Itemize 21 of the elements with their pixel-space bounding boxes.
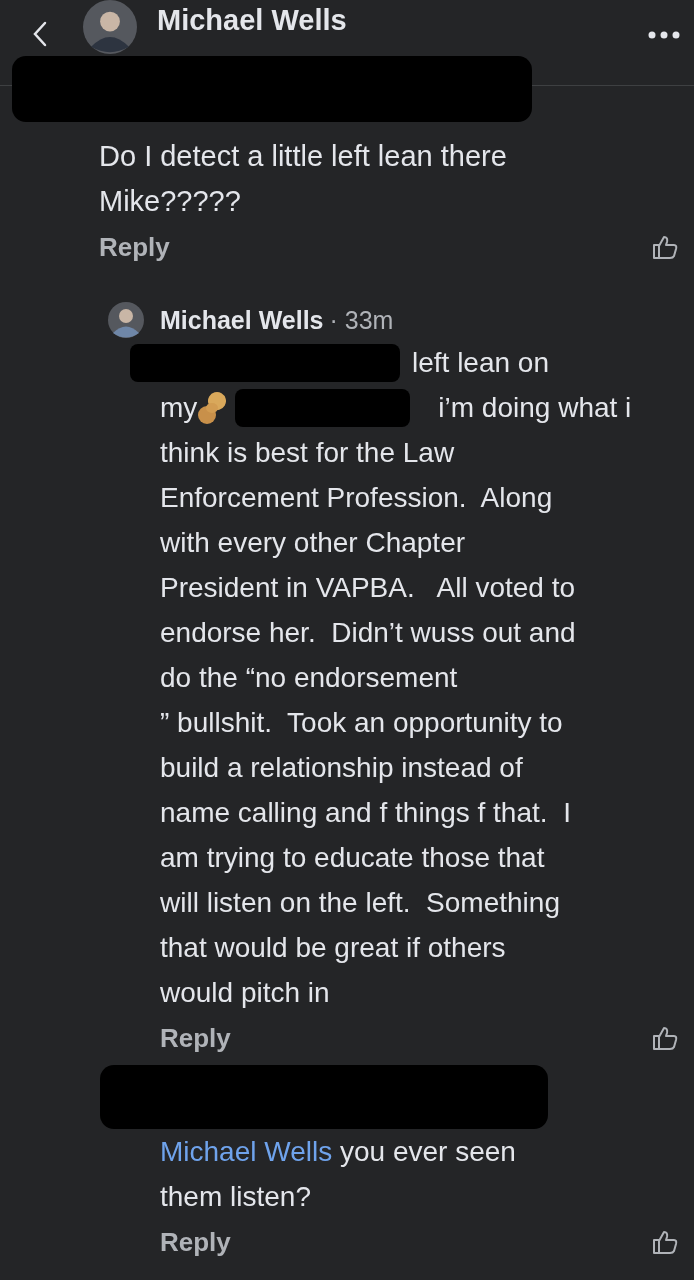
comment-text: i’m doing what i bbox=[438, 391, 632, 425]
author-name[interactable]: Michael Wells bbox=[160, 305, 324, 335]
comment-text: my bbox=[160, 391, 198, 425]
reply-link[interactable]: Reply bbox=[160, 1226, 231, 1258]
comment-text: Michael Wells you ever seen them listen? bbox=[160, 1135, 517, 1214]
reply-link[interactable]: Reply bbox=[160, 1022, 231, 1054]
back-icon[interactable] bbox=[32, 20, 48, 48]
avatar-icon[interactable] bbox=[83, 0, 137, 54]
like-icon[interactable] bbox=[652, 234, 678, 260]
more-icon[interactable] bbox=[648, 31, 680, 39]
like-icon[interactable] bbox=[652, 1025, 678, 1051]
peanut-icon bbox=[197, 390, 228, 425]
comment-text: Do I detect a little left lean there Mike????? bbox=[99, 139, 508, 219]
like-icon[interactable] bbox=[652, 1229, 678, 1255]
comment-text: left lean on bbox=[412, 346, 549, 380]
profile-name: Michael Wells bbox=[157, 3, 348, 38]
comment-time: · 33m bbox=[329, 305, 394, 335]
comment-text: think is best for the Law Enforcement Profession. Along with every other Chapter President in VAPBA. All voted to endorse her. Didn’t wuss out and do the “no endorsement ” bullshit. Took an opportunity to build a relationship instead of name calling and f things f that. I am trying to educate those that will listen on the left. Something that would be great if others would pitch in bbox=[160, 436, 576, 1010]
avatar-icon[interactable] bbox=[108, 302, 144, 338]
reply-link[interactable]: Reply bbox=[99, 231, 170, 263]
mention-link[interactable]: Michael Wells bbox=[160, 1136, 333, 1167]
